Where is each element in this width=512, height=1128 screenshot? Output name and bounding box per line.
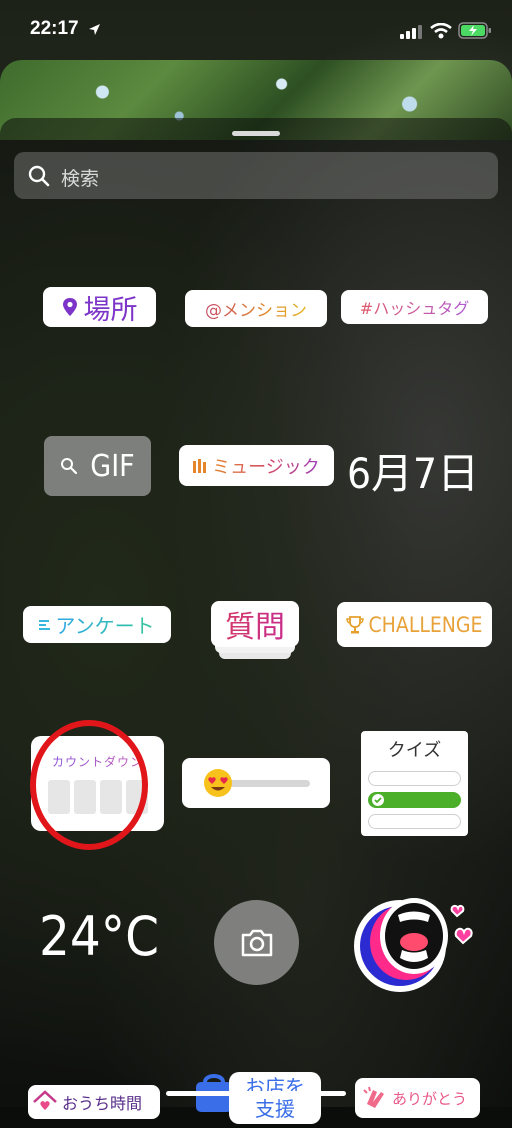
- house-heart-icon: [33, 1090, 57, 1110]
- search-input[interactable]: 検索: [14, 152, 498, 199]
- search-icon: [28, 165, 50, 187]
- support-shop-line2: 支援: [255, 1097, 295, 1121]
- emoji-slider-sticker[interactable]: [182, 758, 330, 808]
- music-label: ミュージック: [212, 453, 320, 479]
- poll-label: アンケート: [55, 610, 154, 639]
- temperature-sticker[interactable]: 24°C: [39, 905, 159, 968]
- question-sticker[interactable]: 質問: [211, 601, 299, 659]
- heart-eyes-emoji-icon: [204, 769, 232, 797]
- support-shop-sticker[interactable]: お店を 支援: [193, 1068, 325, 1128]
- challenge-sticker[interactable]: CHALLENGE: [337, 602, 492, 647]
- thanks-label: ありがとう: [392, 1089, 468, 1108]
- highlight-circle: [30, 720, 148, 850]
- clapping-hands-icon: [363, 1086, 384, 1108]
- home-time-sticker[interactable]: おうち時間: [28, 1085, 160, 1119]
- quiz-sticker[interactable]: クイズ: [361, 731, 468, 836]
- gif-label: GIF: [90, 448, 135, 484]
- challenge-label: CHALLENGE: [368, 612, 483, 637]
- camera-icon: [241, 929, 273, 957]
- date-sticker[interactable]: 6月7日: [347, 440, 479, 501]
- gif-sticker[interactable]: GIF: [44, 436, 151, 496]
- question-card: 質問: [211, 601, 299, 647]
- hashtag-sticker[interactable]: #ハッシュタグ: [341, 290, 488, 324]
- mention-sticker[interactable]: @メンション: [185, 290, 327, 327]
- mention-label: @メンション: [205, 296, 307, 321]
- location-label: 場所: [83, 294, 138, 326]
- drag-handle[interactable]: [232, 131, 280, 136]
- home-indicator[interactable]: [166, 1091, 346, 1096]
- quiz-option-correct: [368, 792, 461, 808]
- hashtag-label: #ハッシュタグ: [360, 295, 469, 319]
- quiz-label: クイズ: [387, 740, 442, 761]
- question-label: 質問: [225, 602, 285, 646]
- search-icon: [61, 458, 78, 475]
- shouting-mouth-icon: [354, 898, 473, 992]
- trophy-icon: [346, 615, 365, 633]
- music-bars-icon: [193, 458, 207, 473]
- camera-button[interactable]: [214, 900, 299, 985]
- signal-icon: [400, 25, 422, 39]
- location-sticker[interactable]: 場所: [43, 287, 156, 327]
- poll-sticker[interactable]: アンケート: [23, 606, 171, 643]
- status-bar: 22:17: [0, 0, 512, 60]
- music-sticker[interactable]: ミュージック: [179, 445, 334, 486]
- home-time-label: おうち時間: [62, 1094, 143, 1113]
- location-pin-icon: [62, 298, 77, 316]
- quiz-option: [368, 814, 461, 829]
- support-shop-label-box: お店を 支援: [229, 1072, 321, 1124]
- wifi-icon: [430, 23, 452, 39]
- mouth-gif-sticker[interactable]: [348, 880, 488, 1000]
- thanks-sticker[interactable]: ありがとう: [355, 1078, 480, 1118]
- search-placeholder: 検索: [61, 168, 100, 190]
- location-arrow-icon: [89, 24, 100, 35]
- status-time: 22:17: [30, 18, 79, 39]
- quiz-option: [368, 771, 461, 786]
- check-icon: [372, 794, 384, 806]
- poll-lines-icon: [39, 619, 51, 630]
- battery-charging-icon: [458, 22, 491, 39]
